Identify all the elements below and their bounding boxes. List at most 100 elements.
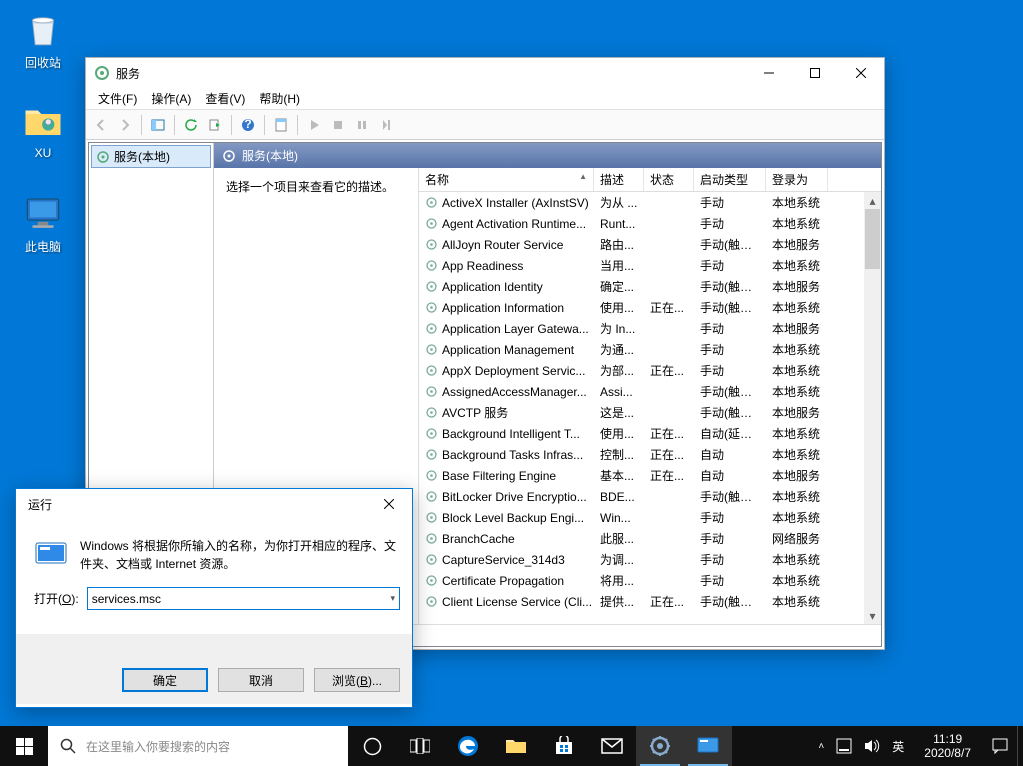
column-logon[interactable]: 登录为	[766, 168, 828, 191]
service-row[interactable]: Agent Activation Runtime...Runt...手动本地系统	[419, 213, 881, 234]
taskbar-services-button[interactable]	[636, 726, 684, 766]
toolbar: ?	[86, 110, 884, 140]
service-row[interactable]: Client License Service (Cli...提供...正在...…	[419, 591, 881, 612]
service-row[interactable]: Application Identity确定...手动(触发...本地服务	[419, 276, 881, 297]
service-row[interactable]: BitLocker Drive Encryptio...BDE...手动(触发.…	[419, 486, 881, 507]
window-title: 服务	[116, 65, 746, 82]
service-row[interactable]: App Readiness当用...手动本地系统	[419, 255, 881, 276]
explorer-button[interactable]	[492, 726, 540, 766]
titlebar[interactable]: 服务	[86, 58, 884, 88]
desktop-icon-recycle-bin[interactable]: 回收站	[8, 8, 78, 71]
clock-time: 11:19	[924, 732, 971, 746]
cell-logon: 本地服务	[766, 402, 828, 423]
properties-button[interactable]	[270, 114, 292, 136]
refresh-button[interactable]	[180, 114, 202, 136]
cell-startup: 自动(延迟...	[694, 423, 766, 444]
ok-button[interactable]: 确定	[122, 668, 208, 692]
store-button[interactable]	[540, 726, 588, 766]
column-name[interactable]: 名称	[419, 168, 594, 191]
menu-view[interactable]: 查看(V)	[199, 88, 251, 109]
service-row[interactable]: Background Intelligent T...使用...正在...自动(…	[419, 423, 881, 444]
desktop-icon-this-pc[interactable]: 此电脑	[8, 192, 78, 255]
cell-startup: 手动(触发...	[694, 234, 766, 255]
cell-name: App Readiness	[419, 257, 594, 275]
cancel-button[interactable]: 取消	[218, 668, 304, 692]
forward-button[interactable]	[114, 114, 136, 136]
cell-desc: Runt...	[594, 215, 644, 233]
stop-service-button[interactable]	[327, 114, 349, 136]
dropdown-icon[interactable]: ▾	[390, 593, 395, 604]
vertical-scrollbar[interactable]: ▴ ▾	[864, 192, 881, 624]
service-row[interactable]: Background Tasks Infras...控制...正在...自动本地…	[419, 444, 881, 465]
volume-icon[interactable]	[864, 739, 880, 753]
export-button[interactable]	[204, 114, 226, 136]
open-combobox[interactable]: ▾	[87, 587, 400, 610]
clock[interactable]: 11:19 2020/8/7	[916, 732, 979, 761]
cell-status: 正在...	[644, 423, 694, 444]
desktop-icon-folder[interactable]: XU	[8, 100, 78, 160]
service-row[interactable]: BranchCache此服...手动网络服务	[419, 528, 881, 549]
cell-status: 正在...	[644, 297, 694, 318]
tree-item-services-local[interactable]: 服务(本地)	[91, 145, 211, 168]
service-row[interactable]: CaptureService_314d3为调...手动本地系统	[419, 549, 881, 570]
column-status[interactable]: 状态	[644, 168, 694, 191]
cell-desc: 确定...	[594, 276, 644, 297]
service-row[interactable]: AllJoyn Router Service路由...手动(触发...本地服务	[419, 234, 881, 255]
cell-desc: 将用...	[594, 570, 644, 591]
start-button[interactable]	[0, 726, 48, 766]
cell-status	[644, 390, 694, 394]
close-button[interactable]	[838, 58, 884, 88]
edge-button[interactable]	[444, 726, 492, 766]
column-startup[interactable]: 启动类型	[694, 168, 766, 191]
service-row[interactable]: Application Management为通...手动本地系统	[419, 339, 881, 360]
cortana-button[interactable]	[348, 726, 396, 766]
service-row[interactable]: Block Level Backup Engi...Win...手动本地系统	[419, 507, 881, 528]
pause-service-button[interactable]	[351, 114, 373, 136]
scroll-up-button[interactable]: ▴	[864, 192, 881, 209]
scroll-down-button[interactable]: ▾	[864, 607, 881, 624]
browse-button[interactable]: 浏览(B)...	[314, 668, 400, 692]
show-desktop-button[interactable]	[1017, 726, 1023, 766]
cell-status	[644, 201, 694, 205]
column-description[interactable]: 描述	[594, 168, 644, 191]
service-row[interactable]: ActiveX Installer (AxInstSV)为从 ...手动本地系统	[419, 192, 881, 213]
cell-startup: 手动	[694, 255, 766, 276]
restart-service-button[interactable]	[375, 114, 397, 136]
ime-status-icon[interactable]	[836, 738, 852, 754]
tray-overflow-icon[interactable]: ˄	[818, 741, 824, 752]
action-center-icon[interactable]	[991, 737, 1009, 755]
start-service-button[interactable]	[303, 114, 325, 136]
service-row[interactable]: AssignedAccessManager...Assi...手动(触发...本…	[419, 381, 881, 402]
service-row[interactable]: AVCTP 服务这是...手动(触发...本地服务	[419, 402, 881, 423]
desktop-icon-label: 此电脑	[8, 238, 78, 255]
cell-startup: 手动	[694, 528, 766, 549]
minimize-button[interactable]	[746, 58, 792, 88]
mail-button[interactable]	[588, 726, 636, 766]
service-row[interactable]: Application Information使用...正在...手动(触发..…	[419, 297, 881, 318]
service-row[interactable]: AppX Deployment Servic...为部...正在...手动本地系…	[419, 360, 881, 381]
cell-desc: BDE...	[594, 488, 644, 506]
close-button[interactable]	[366, 489, 412, 519]
service-row[interactable]: Application Layer Gatewa...为 In...手动本地服务	[419, 318, 881, 339]
cell-name: Background Intelligent T...	[419, 425, 594, 443]
help-button[interactable]: ?	[237, 114, 259, 136]
menu-help[interactable]: 帮助(H)	[253, 88, 306, 109]
service-row[interactable]: Certificate Propagation将用...手动本地系统	[419, 570, 881, 591]
open-input[interactable]	[92, 592, 391, 606]
ime-text[interactable]: 英	[892, 738, 904, 755]
cell-desc: 当用...	[594, 255, 644, 276]
cell-logon: 本地系统	[766, 192, 828, 213]
taskbar-run-button[interactable]	[684, 726, 732, 766]
menu-action[interactable]: 操作(A)	[145, 88, 197, 109]
back-button[interactable]	[90, 114, 112, 136]
menu-file[interactable]: 文件(F)	[92, 88, 143, 109]
task-view-button[interactable]	[396, 726, 444, 766]
scroll-thumb[interactable]	[865, 209, 880, 269]
service-row[interactable]: Base Filtering Engine基本...正在...自动本地服务	[419, 465, 881, 486]
titlebar[interactable]: 运行	[16, 489, 412, 519]
maximize-button[interactable]	[792, 58, 838, 88]
show-hide-tree-button[interactable]	[147, 114, 169, 136]
menubar: 文件(F) 操作(A) 查看(V) 帮助(H)	[86, 88, 884, 110]
search-box[interactable]: 在这里输入你要搜索的内容	[48, 726, 348, 766]
cell-status	[644, 495, 694, 499]
